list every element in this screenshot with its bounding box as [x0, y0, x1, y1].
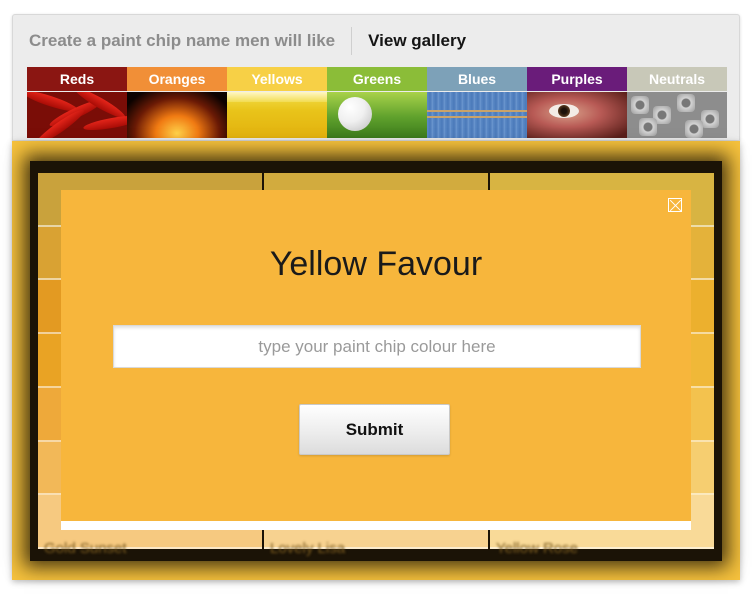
black-eye-image[interactable]: [527, 92, 627, 138]
category-tab-oranges[interactable]: Oranges: [127, 67, 227, 91]
submit-button[interactable]: Submit: [299, 404, 450, 455]
category-tab-yellows[interactable]: Yellows: [227, 67, 327, 91]
category-thumbnails: [27, 92, 727, 138]
chip-name-label: Gold Sunset: [44, 540, 127, 557]
chili-peppers-image[interactable]: [27, 92, 127, 138]
name-entry-dialog: Yellow Favour Submit: [61, 190, 691, 530]
category-tab-greens[interactable]: Greens: [327, 67, 427, 91]
category-tabs: Reds Oranges Yellows Greens Blues Purple…: [27, 67, 727, 91]
golf-ball-image[interactable]: [327, 92, 427, 138]
category-tab-reds[interactable]: Reds: [27, 67, 127, 91]
category-tab-blues[interactable]: Blues: [427, 67, 527, 91]
close-icon[interactable]: [668, 198, 682, 212]
chip-name-label: Lovely Lisa: [270, 540, 346, 557]
category-tab-purples[interactable]: Purples: [527, 67, 627, 91]
mode-tabs: Create a paint chip name men will like V…: [13, 15, 482, 67]
chip-name-label: Yellow Rose: [496, 540, 578, 557]
nuts-and-bolts-image[interactable]: [627, 92, 727, 138]
create-name-tab[interactable]: Create a paint chip name men will like: [13, 31, 351, 51]
view-gallery-tab[interactable]: View gallery: [352, 31, 482, 51]
bonfire-image[interactable]: [127, 92, 227, 138]
top-navigation: Create a paint chip name men will like V…: [12, 14, 740, 141]
paint-chip-name-input[interactable]: [113, 325, 641, 368]
dialog-title: Yellow Favour: [269, 245, 483, 283]
category-tab-neutrals[interactable]: Neutrals: [627, 67, 727, 91]
denim-jeans-image[interactable]: [427, 92, 527, 138]
beer-foam-image[interactable]: [227, 92, 327, 138]
